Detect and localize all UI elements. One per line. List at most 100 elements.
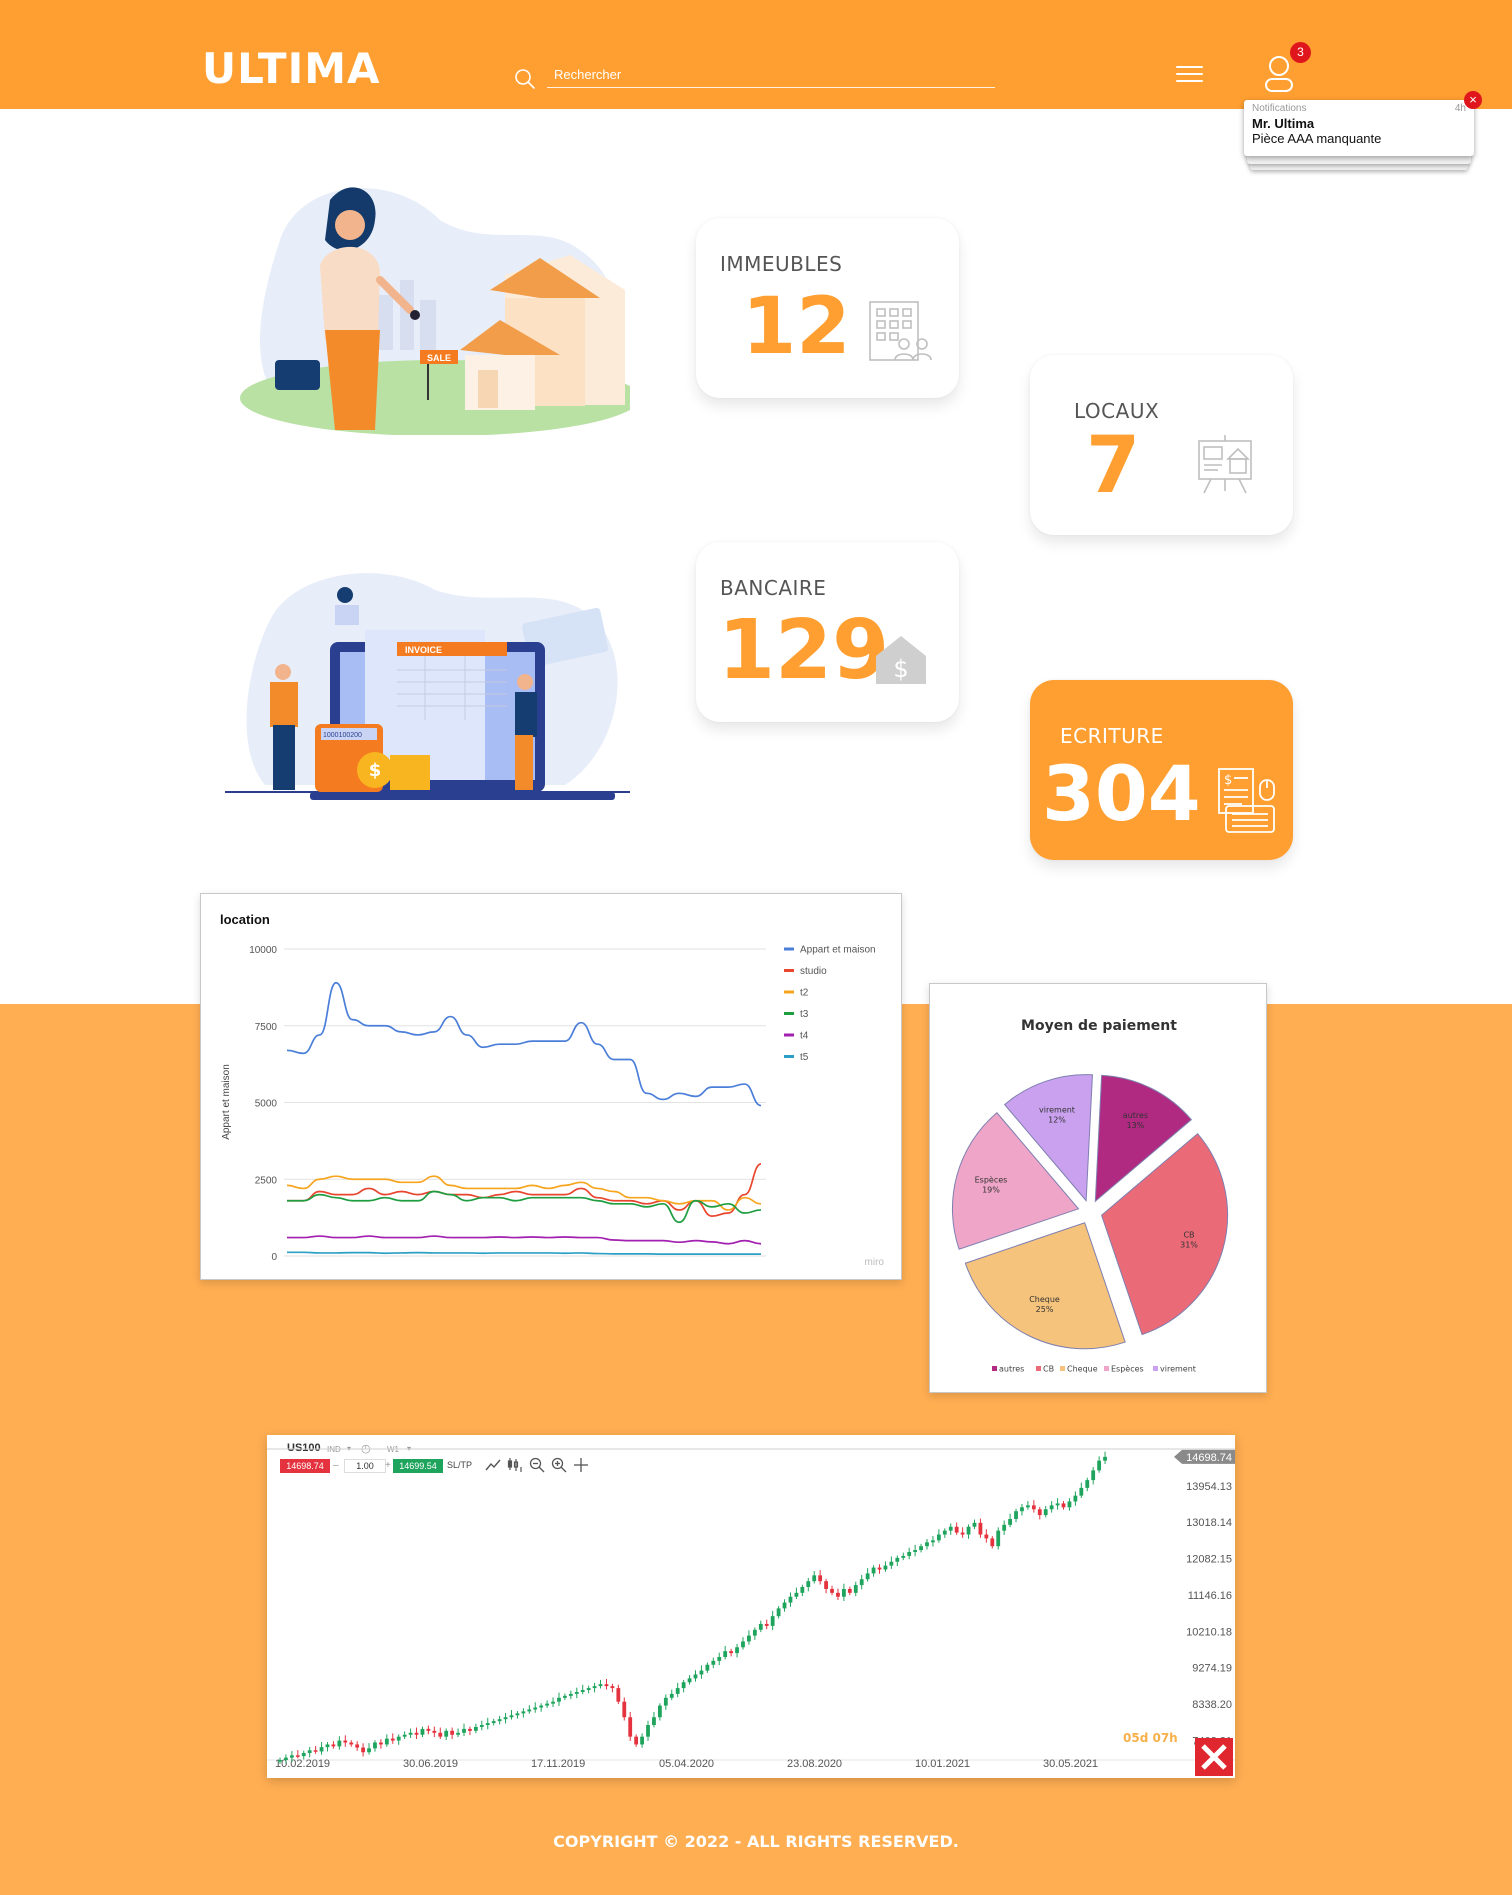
candle-body (800, 1587, 805, 1593)
candle-body (402, 1734, 407, 1737)
location-chart-ylabel: Appart et maison (221, 1064, 232, 1140)
ecriture-card[interactable]: ECRITURE 304 $ (1030, 680, 1293, 860)
candle-body (741, 1641, 745, 1648)
y-tick-label: 5000 (255, 1099, 278, 1110)
pie-slice-label: virement (1039, 1106, 1075, 1115)
app-logo[interactable]: ULTIMA (202, 44, 381, 93)
location-chart: location Appart et maison miro 0 2500 5000… (220, 912, 885, 1268)
user-icon[interactable] (1263, 55, 1295, 93)
pie-legend-label: Cheque (1067, 1365, 1098, 1374)
candle-body (812, 1575, 817, 1582)
candle-body (871, 1567, 876, 1574)
pie-legend-label: CB (1043, 1365, 1054, 1374)
candle-body (972, 1522, 977, 1527)
search-input[interactable] (547, 62, 995, 88)
legend-label: t3 (800, 1009, 809, 1020)
legend-label: t4 (800, 1031, 809, 1042)
notification-card[interactable]: Notifications 4h Mr. Ultima Pièce AAA ma… (1244, 100, 1474, 156)
candle-body (420, 1728, 425, 1735)
candle-body (373, 1742, 377, 1749)
candle-body (390, 1738, 395, 1741)
candle-body (859, 1579, 864, 1586)
bancaire-card[interactable]: BANCAIRE 129 $ (696, 542, 959, 722)
candle-body (468, 1728, 472, 1731)
candle-body (456, 1732, 460, 1735)
candle-body (598, 1684, 603, 1687)
candle-body (883, 1565, 888, 1570)
building-icon (869, 301, 932, 361)
price-tick-label: 8338.20 (1192, 1699, 1232, 1711)
candle-countdown: 05d 07h (1123, 1731, 1178, 1745)
candle-body (1037, 1509, 1042, 1516)
stock-chart-panel: US100 IND ▾ ◷ W1 ▾ 14698.74 – 1.00 + 146… (267, 1435, 1235, 1778)
price-tick-label: 13954.13 (1186, 1481, 1232, 1493)
y-tick-label: 2500 (255, 1175, 278, 1186)
candle-body (1067, 1501, 1072, 1508)
date-tick-label: 30.05.2021 (1043, 1758, 1098, 1770)
pie-slice-percent: 25% (1036, 1305, 1054, 1314)
series-line-t5 (287, 1251, 761, 1256)
svg-text:$: $ (1224, 773, 1232, 788)
candle-body (675, 1688, 680, 1694)
hamburger-menu-icon[interactable] (1176, 66, 1203, 82)
candle-body (1026, 1505, 1030, 1508)
candle-body (847, 1588, 852, 1593)
date-tick-label: 10.01.2021 (915, 1758, 970, 1770)
candle-body (307, 1750, 312, 1754)
notification-count-badge[interactable]: 3 (1290, 42, 1311, 63)
series-line-t4 (287, 1235, 762, 1245)
candle-body (414, 1732, 419, 1735)
svg-text:$: $ (369, 760, 382, 781)
immeubles-label: IMMEUBLES (720, 252, 843, 276)
candle-body (622, 1701, 627, 1718)
candle-body (509, 1715, 514, 1718)
search-icon[interactable] (514, 68, 536, 90)
candle-body (925, 1542, 929, 1547)
candle-body (289, 1755, 294, 1758)
candle-body (729, 1651, 734, 1654)
candle-body (1002, 1524, 1007, 1531)
locaux-count: 7 (1086, 421, 1141, 511)
candle-body (610, 1686, 615, 1689)
candle-body (278, 1760, 282, 1762)
candle-body (551, 1701, 555, 1704)
locaux-card[interactable]: LOCAUX 7 (1030, 355, 1293, 535)
candle-body (1049, 1505, 1054, 1510)
pie-slice-label: autres (1123, 1111, 1148, 1120)
candle-body (1014, 1511, 1018, 1519)
candle-body (450, 1730, 455, 1735)
close-notification-icon[interactable]: × (1464, 91, 1482, 109)
immeubles-card[interactable]: IMMEUBLES 12 (696, 218, 959, 398)
candle-body (634, 1736, 639, 1745)
candle-body (1091, 1470, 1096, 1481)
candle-body (545, 1703, 550, 1706)
candle-body (788, 1596, 793, 1603)
candle-body (699, 1670, 704, 1675)
candle-body (836, 1592, 840, 1597)
candle-body (646, 1725, 650, 1737)
candle-body (984, 1534, 989, 1539)
payment-pie-chart: autres13%CB31%Cheque25%Espèces19%viremen… (951, 1074, 1229, 1374)
candle-body (693, 1674, 698, 1679)
notification-popup[interactable]: Notifications 4h Mr. Ultima Pièce AAA ma… (1244, 100, 1474, 170)
candle-body (818, 1575, 823, 1582)
candle-body (557, 1697, 561, 1702)
candle-body (747, 1635, 751, 1642)
date-tick-label: 10.02.2019 (275, 1758, 330, 1770)
candle-body (669, 1693, 674, 1698)
candle-body (1097, 1460, 1102, 1471)
candle-body (426, 1728, 431, 1731)
candle-body (491, 1721, 496, 1724)
candle-body (640, 1736, 644, 1745)
pie-slice-label: Espèces (975, 1175, 1008, 1185)
candle-body (355, 1744, 360, 1748)
candle-body (574, 1691, 579, 1694)
payment-pie-panel: Moyen de paiement autres 13% CB 31% Cheque 25… (929, 983, 1267, 1393)
pie-slice-percent: 12% (1048, 1116, 1066, 1125)
invoice-header-text: INVOICE (405, 645, 442, 655)
broker-logo-icon[interactable] (1195, 1738, 1233, 1776)
candle-body (752, 1629, 757, 1636)
candlestick-chart: 13954.13 13018.14 12082.15 11146.16 10210.18… (267, 1448, 1235, 1770)
candle-body (563, 1695, 567, 1698)
miro-watermark: miro (865, 1257, 885, 1268)
